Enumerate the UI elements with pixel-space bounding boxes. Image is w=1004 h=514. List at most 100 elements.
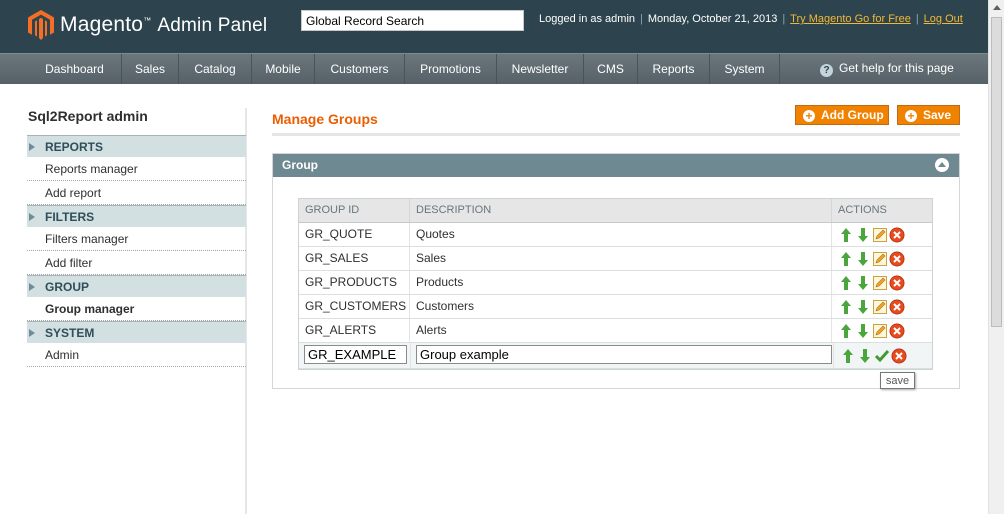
nav-sales[interactable]: Sales [122, 54, 179, 84]
save-tooltip: save [880, 372, 915, 389]
cell-group-id: GR_QUOTE [299, 223, 410, 246]
plus-icon: + [905, 110, 917, 122]
sidebar-section-filters[interactable]: FILTERS [27, 205, 246, 227]
confirm-save-icon[interactable] [874, 348, 890, 364]
logout-link[interactable]: Log Out [924, 13, 963, 25]
col-header-description: DESCRIPTION [410, 199, 832, 222]
main-nav: Dashboard Sales Catalog Mobile Customers… [0, 53, 988, 84]
table-row: GR_QUOTE Quotes [299, 223, 932, 247]
move-up-icon[interactable] [838, 275, 854, 291]
delete-icon[interactable] [889, 227, 905, 243]
expand-triangle-icon [29, 283, 35, 291]
delete-icon[interactable] [889, 251, 905, 267]
cell-description: Sales [410, 247, 832, 270]
cell-description: Alerts [410, 319, 832, 342]
edit-icon[interactable] [872, 323, 888, 339]
move-down-icon[interactable] [855, 299, 871, 315]
table-row: GR_ALERTS Alerts [299, 319, 932, 343]
sidebar-item-admin[interactable]: Admin [27, 343, 246, 367]
edit-icon[interactable] [872, 227, 888, 243]
cell-group-id: GR_SALES [299, 247, 410, 270]
row-actions [832, 295, 932, 318]
sidebar-section-group[interactable]: GROUP [27, 275, 246, 297]
delete-icon[interactable] [889, 323, 905, 339]
nav-customers[interactable]: Customers [315, 54, 405, 84]
nav-system[interactable]: System [710, 54, 780, 84]
move-up-icon[interactable] [840, 348, 856, 364]
edit-icon[interactable] [872, 299, 888, 315]
move-up-icon[interactable] [838, 251, 854, 267]
grid-header: GROUP ID DESCRIPTION ACTIONS [299, 199, 932, 223]
row-actions [832, 247, 932, 270]
move-down-icon[interactable] [855, 251, 871, 267]
help-link[interactable]: ? Get help for this page [820, 61, 954, 77]
description-input[interactable] [416, 345, 832, 364]
group-box-header: Group [273, 154, 959, 177]
nav-catalog[interactable]: Catalog [179, 54, 252, 84]
groups-grid: GROUP ID DESCRIPTION ACTIONS GR_QUOTE Quo… [298, 198, 933, 370]
table-row: GR_PRODUCTS Products [299, 271, 932, 295]
table-row-editing [299, 343, 932, 369]
sidebar-item-add-report[interactable]: Add report [27, 181, 246, 205]
title-underline [272, 133, 960, 136]
delete-icon[interactable] [889, 299, 905, 315]
page-scrollbar[interactable] [988, 0, 1004, 514]
sidebar-item-filters-manager[interactable]: Filters manager [27, 227, 246, 251]
move-up-icon[interactable] [838, 227, 854, 243]
scroll-up-icon[interactable] [993, 5, 1001, 10]
move-down-icon[interactable] [855, 227, 871, 243]
nav-dashboard[interactable]: Dashboard [28, 54, 122, 84]
table-row: GR_SALES Sales [299, 247, 932, 271]
sidebar-item-group-manager[interactable]: Group manager [27, 297, 246, 321]
expand-triangle-icon [29, 213, 35, 221]
logo-text: Magento™ Admin Panel [60, 13, 268, 36]
header: Magento™ Admin Panel Logged in as admin|… [0, 0, 988, 53]
logged-in-text: Logged in as admin [539, 13, 636, 25]
plus-icon: + [803, 110, 815, 122]
group-id-input[interactable] [304, 345, 407, 364]
nav-promotions[interactable]: Promotions [405, 54, 497, 84]
try-magento-go-link[interactable]: Try Magento Go for Free [790, 13, 911, 25]
move-down-icon[interactable] [855, 323, 871, 339]
edit-icon[interactable] [872, 251, 888, 267]
expand-triangle-icon [29, 329, 35, 337]
move-up-icon[interactable] [838, 299, 854, 315]
sidebar-item-add-filter[interactable]: Add filter [27, 251, 246, 275]
page-title: Manage Groups [272, 111, 378, 127]
save-button[interactable]: + Save [897, 105, 960, 125]
col-header-actions: ACTIONS [838, 204, 887, 216]
nav-cms[interactable]: CMS [584, 54, 638, 84]
collapse-icon[interactable] [935, 158, 949, 172]
sidebar-item-reports-manager[interactable]: Reports manager [27, 157, 246, 181]
scrollbar-thumb[interactable] [991, 17, 1002, 327]
cell-group-id: GR_PRODUCTS [299, 271, 410, 294]
help-icon: ? [820, 64, 833, 77]
move-down-icon[interactable] [857, 348, 873, 364]
move-up-icon[interactable] [838, 323, 854, 339]
magento-logo-icon [28, 10, 54, 43]
date-text: Monday, October 21, 2013 [647, 13, 778, 25]
row-actions [832, 223, 932, 246]
cell-description: Products [410, 271, 832, 294]
add-group-button[interactable]: + Add Group [795, 105, 889, 125]
edit-icon[interactable] [872, 275, 888, 291]
row-actions [832, 319, 932, 342]
nav-reports[interactable]: Reports [638, 54, 710, 84]
global-search-input[interactable] [301, 10, 524, 31]
row-actions [832, 271, 932, 294]
nav-mobile[interactable]: Mobile [252, 54, 315, 84]
nav-newsletter[interactable]: Newsletter [497, 54, 584, 84]
cell-description: Customers [410, 295, 832, 318]
sidebar-section-reports[interactable]: REPORTS [27, 135, 246, 157]
sidebar-section-system[interactable]: SYSTEM [27, 321, 246, 343]
row-actions [834, 343, 932, 368]
move-down-icon[interactable] [855, 275, 871, 291]
cell-group-id: GR_ALERTS [299, 319, 410, 342]
cell-group-id: GR_CUSTOMERS [299, 295, 410, 318]
header-info: Logged in as admin | Monday, October 21, 2… [539, 13, 963, 25]
delete-icon[interactable] [889, 275, 905, 291]
table-row: GR_CUSTOMERS Customers [299, 295, 932, 319]
sidebar-title: Sql2Report admin [28, 108, 148, 124]
sidebar: REPORTS Reports manager Add report FILTE… [27, 135, 246, 367]
delete-icon[interactable] [891, 348, 907, 364]
